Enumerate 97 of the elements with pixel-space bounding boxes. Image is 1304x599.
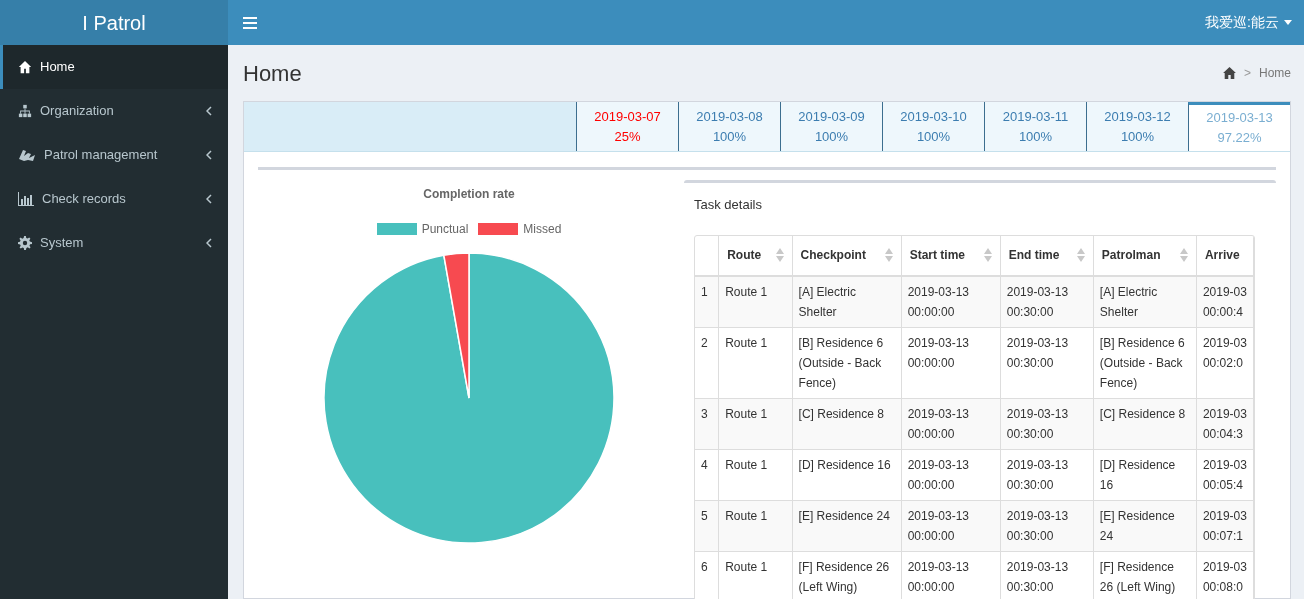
brand-logo[interactable]: I Patrol [0,0,228,45]
tab-date: 2019-03-11 [1002,107,1069,126]
table-cell: 2019-03-13 00:00:00 [901,275,1001,327]
tab-rate: 100% [1120,127,1155,146]
table-cell: 2019-03-13 00:00:00 [901,398,1001,449]
table-cell: 2019-03 00:05:4 [1196,449,1254,500]
table-cell: 2019-03 00:02:0 [1196,327,1254,398]
table-cell: 2019-03 00:00:4 [1196,275,1254,327]
table-cell: Route 1 [718,275,793,327]
date-tab[interactable]: 2019-03-11 100% [984,102,1086,151]
sidebar-item[interactable]: Patrol management [0,133,228,177]
table-cell: [B] Residence 6 (Outside - Back Fence) [1093,327,1197,398]
table-cell: 2019-03 00:07:1 [1196,500,1254,551]
panel-title: Task details [694,196,763,214]
date-tab[interactable]: 2019-03-07 25% [576,102,678,151]
table-cell: 2019-03 00:08:0 [1196,551,1254,599]
sidebar-item[interactable]: Organization [0,89,228,133]
table-cell: Route 1 [718,449,793,500]
table-cell: 2019-03-13 00:00:00 [901,500,1001,551]
sort-icon [884,248,893,262]
sidebar-item[interactable]: System [0,221,228,265]
table-cell: 2 [695,327,719,398]
table-cell: Route 1 [718,551,793,599]
sort-icon [1179,248,1188,262]
bar-chart-icon [18,192,34,206]
tab-date: 2019-03-09 [798,107,865,126]
menu-toggle-button[interactable] [243,15,257,30]
tab-date: 2019-03-07 [594,107,661,126]
column-header[interactable]: Route [718,235,793,276]
table-cell: Route 1 [718,500,793,551]
table-cell: 5 [695,500,719,551]
date-tab[interactable]: 2019-03-12 100% [1086,102,1188,151]
table-cell: Route 1 [718,398,793,449]
table-cell: 4 [695,449,719,500]
table-cell: 1 [695,275,719,327]
column-header[interactable]: Patrolman [1093,235,1197,276]
table-cell: 2019-03-13 00:30:00 [1000,551,1094,599]
tab-rate: 100% [712,127,747,146]
table-cell: 2019-03-13 00:00:00 [901,449,1001,500]
patrol-icon [18,148,36,162]
column-header[interactable]: End time [1000,235,1094,276]
sort-icon [775,248,784,262]
breadcrumb-separator: > [1243,65,1251,82]
tab-rate: 100% [1018,127,1053,146]
table-cell: [E] Residence 24 [1093,500,1197,551]
table-cell: 2019-03-13 00:30:00 [1000,275,1094,327]
sidebar-item[interactable]: Check records [0,177,228,221]
legend-label: Punctual [421,221,469,238]
table-cell: 2019-03-13 00:00:00 [901,551,1001,599]
table-cell: 2019-03-13 00:30:00 [1000,449,1094,500]
tab-rate: 100% [814,127,849,146]
table-cell: 2019-03-13 00:00:00 [901,327,1001,398]
settings-icon [18,236,32,250]
column-header[interactable]: Checkpoint [792,235,902,276]
tab-rate: 100% [916,127,951,146]
table-cell: 2019-03-13 00:30:00 [1000,398,1094,449]
table-cell: 6 [695,551,719,599]
table-cell: [F] Residence 26 (Left Wing) [1093,551,1197,599]
legend-label: Missed [523,221,562,238]
table-cell: [C] Residence 8 [1093,398,1197,449]
tab-rate: 97.22% [1217,129,1262,147]
tab-date: 2019-03-12 [1104,107,1171,126]
table-cell: [B] Residence 6 (Outside - Back Fence) [792,327,902,398]
table-cell: 2019-03-13 00:30:00 [1000,500,1094,551]
table-cell: [F] Residence 26 (Left Wing) [792,551,902,599]
chart-title: Completion rate [423,186,515,203]
table-cell: 3 [695,398,719,449]
sidebar-item[interactable]: Home [0,45,228,89]
sort-icon [983,248,992,262]
table-cell: 2019-03-13 00:30:00 [1000,327,1094,398]
table-cell: [A] Electric Shelter [1093,275,1197,327]
sitemap-icon [18,104,32,118]
tab-rate: 25% [614,127,641,146]
date-tab[interactable]: 2019-03-10 100% [882,102,984,151]
tab-date: 2019-03-13 [1206,109,1273,127]
date-tab[interactable]: 2019-03-08 100% [678,102,780,151]
table-cell: [E] Residence 24 [792,500,902,551]
column-header: Arrive [1196,235,1254,276]
table-cell: Route 1 [718,327,793,398]
tab-date: 2019-03-10 [900,107,967,126]
home-icon[interactable] [1222,67,1236,79]
tab-date: 2019-03-08 [696,107,763,126]
table-cell: [A] Electric Shelter [792,275,902,327]
legend-swatch [478,223,519,235]
page-title: Home [243,59,302,88]
table-cell: [D] Residence 16 [792,449,902,500]
date-tab[interactable]: 2019-03-09 100% [780,102,882,151]
legend-swatch [376,223,417,235]
sort-icon [1076,248,1085,262]
table-cell: 2019-03 00:04:3 [1196,398,1254,449]
home-icon [18,60,32,74]
caret-icon [1284,20,1292,25]
table-cell: [C] Residence 8 [792,398,902,449]
column-header[interactable]: Start time [901,235,1001,276]
table-cell: [D] Residence 16 [1093,449,1197,500]
breadcrumb-item: Home [1259,65,1291,82]
user-menu-button[interactable]: 我爱巡:能云 [1205,12,1292,33]
